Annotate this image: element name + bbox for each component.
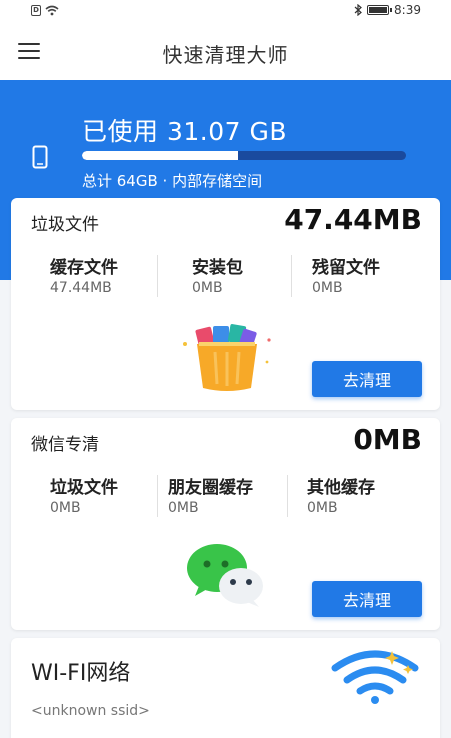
- stat-label: 安装包: [192, 258, 243, 278]
- divider: [291, 255, 292, 297]
- stat-label: 其他缓存: [307, 478, 375, 498]
- stat-apk: 安装包 0MB: [192, 253, 243, 301]
- trash-clean-button[interactable]: 去清理: [312, 361, 422, 397]
- stat-moments-cache: 朋友圈缓存 0MB: [168, 473, 253, 521]
- trash-total: 47.44MB: [284, 203, 422, 236]
- stat-label: 朋友圈缓存: [168, 478, 253, 498]
- trash-card: 垃圾文件 47.44MB 缓存文件 47.44MB 安装包 0MB 残留文件 0…: [11, 198, 440, 410]
- trash-title: 垃圾文件: [31, 215, 99, 235]
- stat-wechat-trash: 垃圾文件 0MB: [50, 473, 118, 521]
- stat-value: 0MB: [307, 500, 338, 516]
- stat-other-cache: 其他缓存 0MB: [307, 473, 375, 521]
- storage-used: 已使用 31.07 GB: [82, 117, 287, 146]
- status-bar: D 8:39: [0, 0, 451, 24]
- wechat-title: 微信专清: [31, 435, 99, 455]
- page-title: 快速清理大师: [162, 43, 289, 67]
- divider: [287, 475, 288, 517]
- trash-stats: 缓存文件 47.44MB 安装包 0MB 残留文件 0MB: [11, 253, 440, 301]
- stat-value: 0MB: [50, 500, 81, 516]
- stat-label: 缓存文件: [50, 258, 118, 278]
- stat-cache: 缓存文件 47.44MB: [50, 253, 118, 301]
- battery-icon: [367, 5, 393, 15]
- storage-progress-bar: [82, 151, 406, 160]
- wifi-ssid: <unknown ssid>: [31, 703, 150, 719]
- sim-icon: D: [31, 5, 41, 16]
- stat-label: 垃圾文件: [50, 478, 118, 498]
- wechat-logo-illustration: [187, 544, 263, 607]
- app-bar: 快速清理大师: [0, 24, 451, 80]
- status-time: 8:39: [394, 3, 421, 17]
- stat-value: 0MB: [192, 280, 223, 296]
- wifi-icon: [331, 650, 419, 704]
- wifi-card[interactable]: WI-FI网络 <unknown ssid>: [11, 638, 440, 738]
- phone-icon: [32, 145, 48, 169]
- storage-progress-fill: [82, 151, 238, 160]
- wechat-card: 微信专清 0MB 垃圾文件 0MB 朋友圈缓存 0MB 其他缓存 0MB 去清理: [11, 418, 440, 630]
- wifi-title: WI-FI网络: [31, 661, 131, 686]
- stat-value: 47.44MB: [50, 280, 112, 296]
- wifi-signal-icon: [45, 5, 59, 16]
- stat-label: 残留文件: [312, 258, 380, 278]
- wechat-clean-button[interactable]: 去清理: [312, 581, 422, 617]
- storage-subtitle: 总计 64GB · 内部存储空间: [82, 172, 263, 190]
- divider: [157, 255, 158, 297]
- divider: [157, 475, 158, 517]
- stat-residual: 残留文件 0MB: [312, 253, 380, 301]
- trash-can-illustration: [183, 324, 271, 391]
- bluetooth-icon: [354, 4, 362, 16]
- stat-value: 0MB: [312, 280, 343, 296]
- wechat-stats: 垃圾文件 0MB 朋友圈缓存 0MB 其他缓存 0MB: [11, 473, 440, 521]
- stat-value: 0MB: [168, 500, 199, 516]
- wechat-total: 0MB: [353, 423, 422, 456]
